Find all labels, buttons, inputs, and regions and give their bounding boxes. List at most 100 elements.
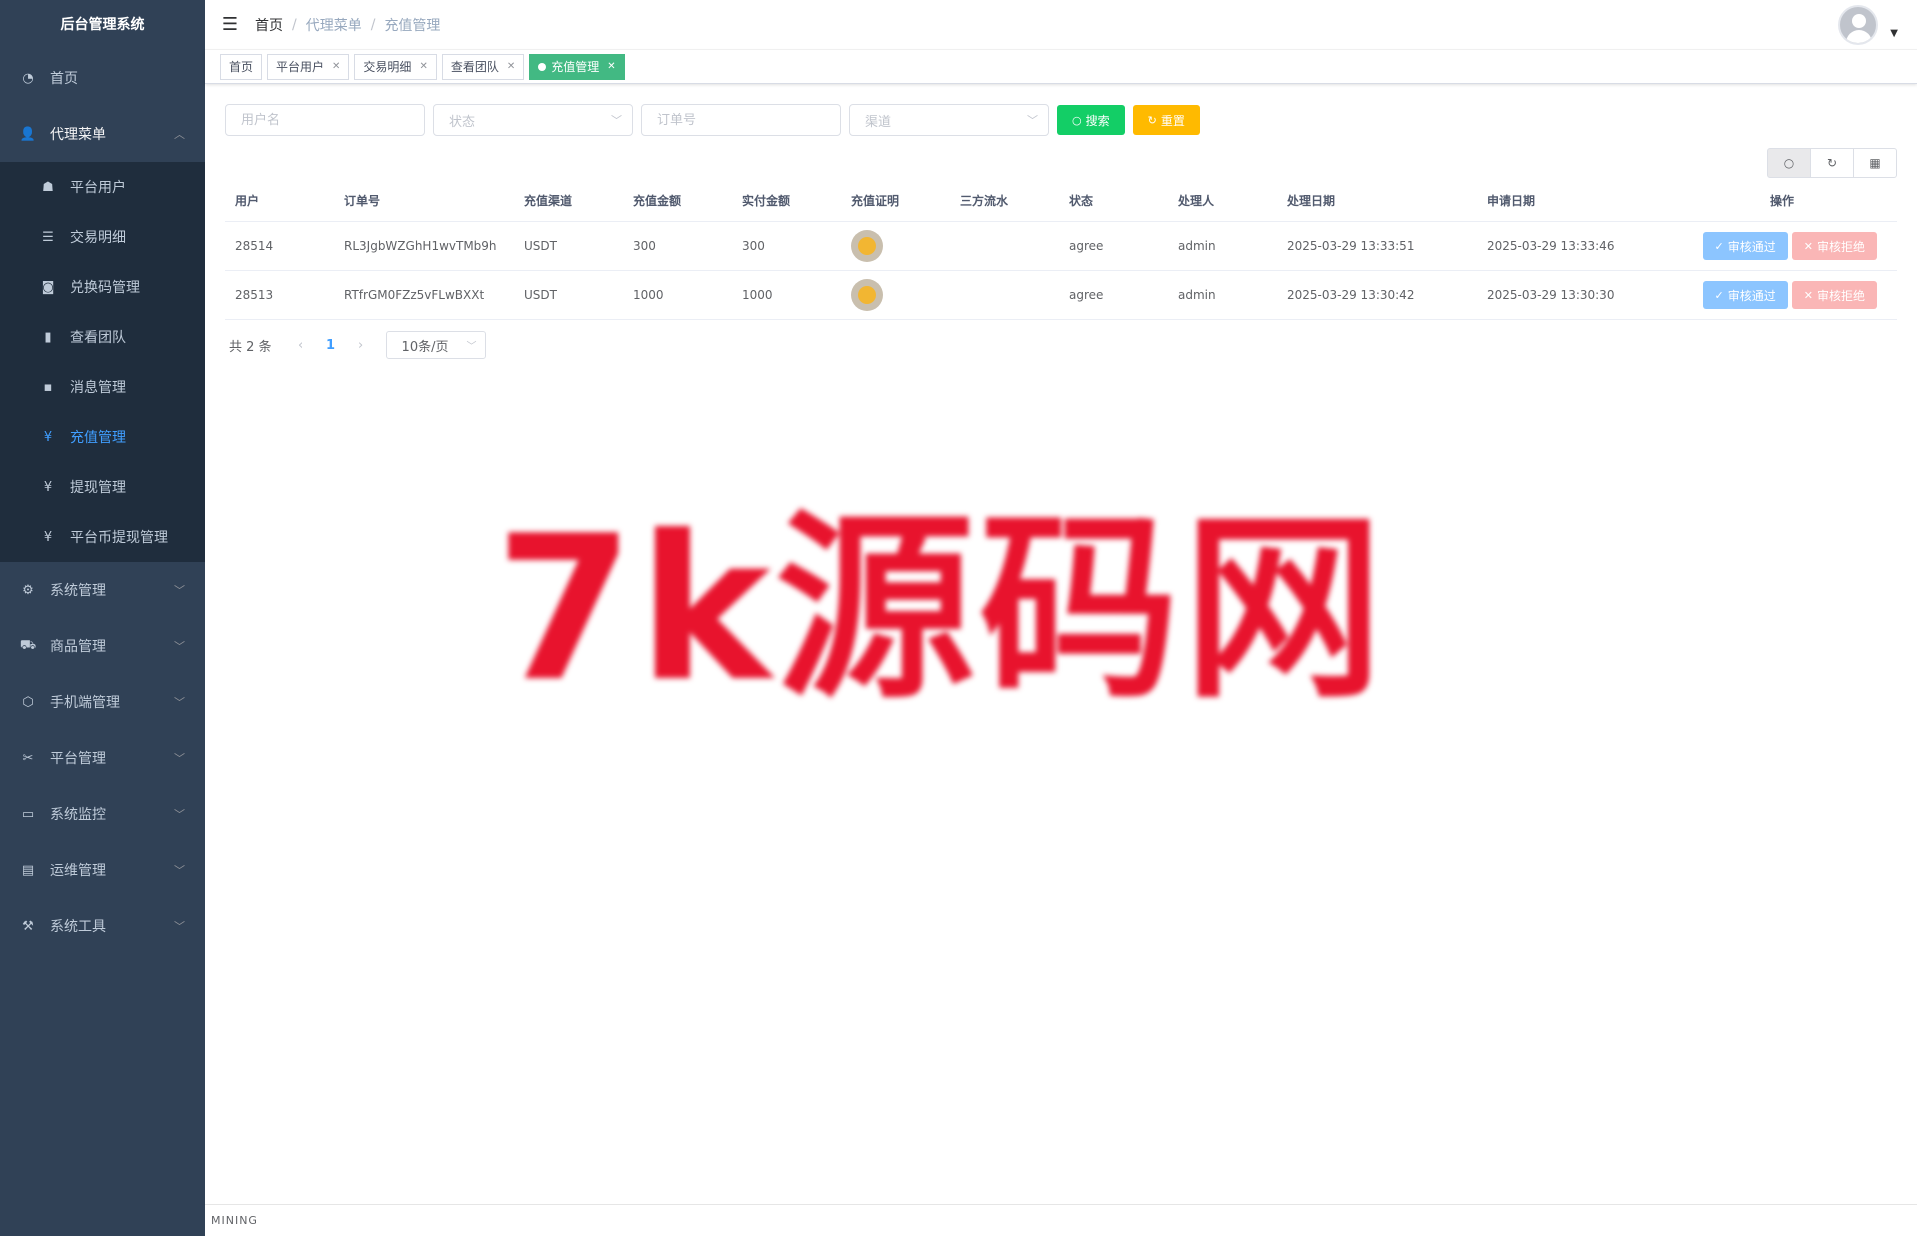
cell-status: agree xyxy=(1069,288,1104,302)
code-icon: ◙ xyxy=(41,279,55,295)
hamburger-icon[interactable]: ☰ xyxy=(205,0,255,50)
breadcrumb-separator: / xyxy=(370,16,376,33)
sidebar-item-transactions[interactable]: ☰ 交易明细 xyxy=(0,212,205,262)
breadcrumb-item-home[interactable]: 首页 xyxy=(255,15,283,35)
sidebar-item-messages[interactable]: ▪ 消息管理 xyxy=(0,362,205,412)
order-number-input[interactable] xyxy=(641,104,841,136)
sidebar-item-mobile[interactable]: ⬡ 手机端管理 ﹀ xyxy=(0,674,205,730)
message-icon: ▪ xyxy=(43,379,53,395)
cell-proof xyxy=(841,230,950,262)
tag-home[interactable]: 首页 xyxy=(220,53,263,80)
cart-icon: ⛟ xyxy=(19,637,37,653)
sidebar-logo: 后台管理系统 xyxy=(60,17,145,33)
page-size-value: 10条/页 xyxy=(401,339,449,355)
pagination-total: 共 2 条 xyxy=(229,339,272,355)
footer: MINING xyxy=(205,1204,1917,1236)
status-select[interactable]: 状态 ﹀ xyxy=(433,104,633,136)
sidebar-item-redeem-codes[interactable]: ◙ 兑换码管理 xyxy=(0,262,205,312)
toggle-search-button[interactable]: ○ xyxy=(1767,148,1811,178)
sidebar-item-home[interactable]: ◔ 首页 xyxy=(0,50,205,106)
proof-image[interactable] xyxy=(851,230,883,262)
sidebar-item-coin-withdraw[interactable]: ¥ 平台币提现管理 xyxy=(0,512,205,562)
active-dot-icon xyxy=(538,62,547,71)
approve-button[interactable]: ✓ 审核通过 xyxy=(1702,232,1788,260)
close-icon[interactable]: ✕ xyxy=(332,55,340,79)
chevron-down-icon: ﹀ xyxy=(611,114,622,127)
search-icon: ○ xyxy=(1072,113,1082,127)
cell-ops: ✓ 审核通过 ✕ 审核拒绝 xyxy=(1677,281,1887,309)
page-size-select[interactable]: 10条/页 ﹀ xyxy=(385,331,486,359)
approve-button[interactable]: ✓ 审核通过 xyxy=(1702,281,1788,309)
col-header: 充值渠道 xyxy=(524,194,573,208)
gear-icon: ⚙ xyxy=(22,582,34,598)
sidebar-item-ops[interactable]: ▤ 运维管理 ﹀ xyxy=(0,842,205,898)
pagination: 共 2 条 ‹ 1 › 10条/页 ﹀ xyxy=(229,331,486,359)
chevron-down-icon: ﹀ xyxy=(174,640,185,653)
col-header: 操作 xyxy=(1769,194,1794,208)
breadcrumb-item-recharge: 充值管理 xyxy=(384,17,441,34)
col-header: 状态 xyxy=(1069,194,1094,208)
sidebar-item-withdraw[interactable]: ¥ 提现管理 xyxy=(0,462,205,512)
sidebar-item-label: 平台管理 xyxy=(50,751,106,767)
chevron-down-icon: ﹀ xyxy=(174,696,185,709)
sidebar-item-recharge[interactable]: ¥ 充值管理 xyxy=(0,412,205,462)
reset-button[interactable]: ↻ 重置 xyxy=(1132,105,1200,135)
sidebar-item-tools[interactable]: ⚒ 系统工具 ﹀ xyxy=(0,898,205,954)
channel-select[interactable]: 渠道 ﹀ xyxy=(849,104,1049,136)
button-label: 审核通过 xyxy=(1727,239,1776,254)
prev-page-button[interactable]: ‹ xyxy=(286,338,316,353)
cell-amount: 1000 xyxy=(633,288,664,302)
close-icon[interactable]: ✕ xyxy=(419,55,427,79)
refresh-button[interactable]: ↻ xyxy=(1810,148,1854,178)
proof-image[interactable] xyxy=(851,279,883,311)
sidebar-submenu-agent: ☗ 平台用户 ☰ 交易明细 ◙ 兑换码管理 ▮ 查看团队 ▪ 消息管理 ¥ 充值… xyxy=(0,162,205,562)
next-page-button[interactable]: › xyxy=(346,338,376,353)
sidebar-item-goods[interactable]: ⛟ 商品管理 ﹀ xyxy=(0,618,205,674)
cube-icon: ⬡ xyxy=(22,694,34,710)
cell-status: agree xyxy=(1069,239,1104,253)
page-number[interactable]: 1 xyxy=(316,338,346,353)
caret-down-icon[interactable]: ▼ xyxy=(1890,28,1898,39)
chevron-down-icon: ﹀ xyxy=(174,864,185,877)
sidebar-item-monitor[interactable]: ▭ 系统监控 ﹀ xyxy=(0,786,205,842)
yen-icon: ¥ xyxy=(43,429,53,445)
reject-button[interactable]: ✕ 审核拒绝 xyxy=(1791,232,1877,260)
sidebar-item-agent-menu[interactable]: 👤 代理菜单 ︿ xyxy=(0,106,205,162)
username-input[interactable] xyxy=(225,104,425,136)
tag-label: 首页 xyxy=(229,59,254,74)
sidebar-item-platform-users[interactable]: ☗ 平台用户 xyxy=(0,162,205,212)
cell-order: RTfrGM0FZz5vFLwBXXt xyxy=(344,288,485,302)
col-header: 申请日期 xyxy=(1487,194,1536,208)
close-icon[interactable]: ✕ xyxy=(607,55,615,79)
tag-transactions[interactable]: 交易明细 ✕ xyxy=(354,53,437,80)
sidebar-item-platform[interactable]: ✂ 平台管理 ﹀ xyxy=(0,730,205,786)
tag-platform-users[interactable]: 平台用户 ✕ xyxy=(267,53,350,80)
yen-icon: ¥ xyxy=(43,479,53,495)
button-label: 重置 xyxy=(1160,113,1185,128)
main-content: ☰ 首页 / 代理菜单 / 充值管理 ▼ 首页 平台用户 ✕ 交易明细 ✕ 查看… xyxy=(205,0,1917,1236)
tool-icon: ✂ xyxy=(22,750,34,766)
sidebar-item-team[interactable]: ▮ 查看团队 xyxy=(0,312,205,362)
avatar[interactable] xyxy=(1838,5,1878,45)
select-placeholder: 状态 xyxy=(449,114,476,130)
button-label: 审核通过 xyxy=(1727,288,1776,303)
reject-button[interactable]: ✕ 审核拒绝 xyxy=(1791,281,1877,309)
search-button[interactable]: ○ 搜索 xyxy=(1057,105,1125,135)
chevron-down-icon: ﹀ xyxy=(174,584,185,597)
sidebar-item-system[interactable]: ⚙ 系统管理 ﹀ xyxy=(0,562,205,618)
sidebar-item-label: 系统管理 xyxy=(50,583,106,599)
cell-ops: ✓ 审核通过 ✕ 审核拒绝 xyxy=(1677,232,1887,260)
tag-team[interactable]: 查看团队 ✕ xyxy=(441,53,525,80)
tree-icon: ☗ xyxy=(42,179,54,195)
columns-button[interactable]: ▦ xyxy=(1853,148,1897,178)
sidebar: 后台管理系统 ◔ 首页 👤 代理菜单 ︿ ☗ 平台用户 ☰ 交易明细 ◙ 兑换码… xyxy=(0,0,205,1236)
list-icon: ☰ xyxy=(42,229,54,245)
grid-icon: ▦ xyxy=(1869,156,1881,170)
tag-recharge[interactable]: 充值管理 ✕ xyxy=(529,53,625,80)
tag-label: 平台用户 xyxy=(276,59,325,74)
bar-chart-icon: ▮ xyxy=(44,329,52,345)
sidebar-item-label: 查看团队 xyxy=(70,330,126,346)
recharge-table: 用户 订单号 充值渠道 充值金额 实付金额 充值证明 三方流水 状态 处理人 处… xyxy=(225,180,1897,320)
sidebar-item-label: 首页 xyxy=(50,71,78,87)
close-icon[interactable]: ✕ xyxy=(507,55,515,79)
